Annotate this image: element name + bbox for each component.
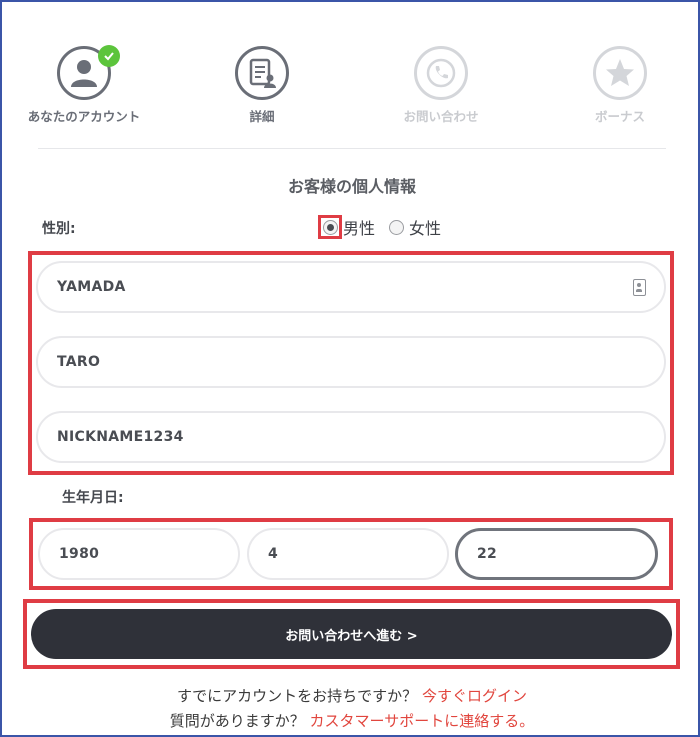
first-name-input[interactable]: TARO <box>36 336 666 388</box>
step-account-circle <box>57 45 120 100</box>
step-bonus: ボーナス <box>550 46 690 125</box>
login-link[interactable]: 今すぐログイン <box>422 687 527 705</box>
last-name-input[interactable]: YAMADA <box>36 261 666 313</box>
gender-radio-group: 男性 女性 <box>318 215 455 239</box>
last-name-value: YAMADA <box>57 279 126 295</box>
phone-icon <box>426 58 456 88</box>
nickname-value: NICKNAME1234 <box>57 429 184 445</box>
window-frame: あなたのアカウント 詳細 お問い合わせ ボーナス お客様の個人情報 性別: 男性… <box>0 0 700 737</box>
step-details: 詳細 <box>192 46 332 125</box>
dob-year-input[interactable]: 1980 <box>38 528 240 580</box>
gender-male-radio[interactable] <box>322 219 338 235</box>
step-contact-circle <box>414 46 468 100</box>
gender-label: 性別: <box>42 221 76 237</box>
step-label: 詳細 <box>249 109 275 124</box>
divider <box>38 148 666 149</box>
first-name-value: TARO <box>57 354 101 370</box>
nickname-input[interactable]: NICKNAME1234 <box>36 411 666 463</box>
login-prompt-text: すでにアカウントをお持ちですか？ <box>177 687 418 705</box>
dob-month-value: 4 <box>268 546 279 562</box>
step-contact: お問い合わせ <box>371 46 511 125</box>
step-label: ボーナス <box>594 109 645 124</box>
step-account: あなたのアカウント <box>14 45 154 125</box>
proceed-to-contact-button[interactable]: お問い合わせへ進む > <box>31 609 672 659</box>
login-prompt: すでにアカウントをお持ちですか？ 今すぐログイン <box>2 685 700 706</box>
dob-month-input[interactable]: 4 <box>247 528 449 580</box>
dob-day-value: 22 <box>477 546 498 562</box>
dob-day-input[interactable]: 22 <box>455 528 658 580</box>
user-icon <box>71 60 97 87</box>
star-icon <box>606 59 634 86</box>
step-label: お問い合わせ <box>403 109 479 124</box>
gender-male-highlight <box>318 215 342 239</box>
check-icon <box>98 45 120 67</box>
step-details-circle <box>235 46 289 100</box>
dob-year-value: 1980 <box>59 546 100 562</box>
gender-female-radio[interactable] <box>389 219 405 235</box>
support-link[interactable]: カスタマーサポートに連絡する。 <box>310 712 535 730</box>
gender-male-label[interactable]: 男性 <box>343 215 375 239</box>
support-prompt: 質問がありますか？ カスタマーサポートに連絡する。 <box>2 710 700 731</box>
step-label: あなたのアカウント <box>27 109 141 124</box>
dob-label: 生年月日: <box>62 490 124 506</box>
step-bonus-circle <box>593 46 647 100</box>
section-title: お客様の個人情報 <box>287 177 416 196</box>
document-user-icon <box>249 58 276 88</box>
contact-card-icon[interactable] <box>633 279 646 296</box>
gender-female-label[interactable]: 女性 <box>409 215 441 239</box>
support-prompt-text: 質問がありますか？ <box>169 712 305 730</box>
